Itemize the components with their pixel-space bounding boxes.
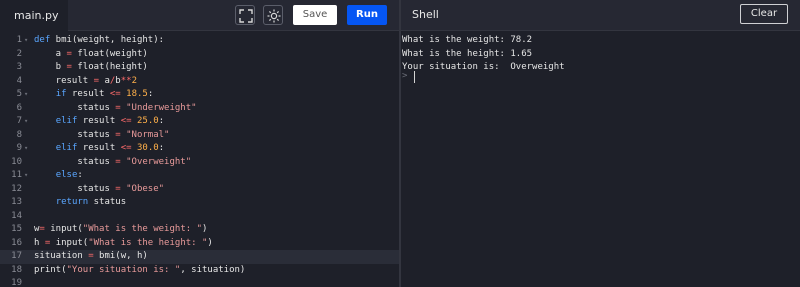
code-line[interactable]: 5 ▾ if result <= 18.5:	[0, 88, 399, 102]
line-number: 12	[11, 183, 22, 194]
code-line[interactable]: 7 ▾ elif result <= 25.0:	[0, 115, 399, 129]
line-number: 4	[16, 75, 22, 86]
code-text: status = "Underweight"	[34, 102, 197, 113]
pane-divider[interactable]	[399, 0, 401, 287]
code-line[interactable]: 1 ▾ def bmi(weight, height):	[0, 34, 399, 48]
line-number: 14	[11, 210, 22, 221]
code-text: b = float(height)	[34, 62, 148, 72]
code-line[interactable]: 12 status = "Obese"	[0, 183, 399, 197]
code-text: status = "Normal"	[34, 129, 170, 140]
line-number: 8	[16, 129, 22, 140]
file-tab-label: main.py	[14, 9, 59, 22]
save-button[interactable]: Save	[293, 5, 337, 25]
code-text: def bmi(weight, height):	[34, 35, 165, 45]
code-text: status = "Overweight"	[34, 156, 192, 167]
code-line[interactable]: 17 situation = bmi(w, h)	[0, 250, 399, 264]
expand-icon	[239, 9, 253, 23]
fold-chevron-icon[interactable]: ▾	[24, 169, 28, 183]
line-number: 13	[11, 197, 22, 207]
line-number: 11	[11, 170, 22, 180]
code-line[interactable]: 6 status = "Underweight"	[0, 102, 399, 116]
line-number: 16	[11, 237, 22, 248]
code-text: else:	[55, 170, 83, 180]
fold-chevron-icon[interactable]: ▾	[24, 115, 28, 129]
theme-toggle-button[interactable]	[263, 5, 283, 25]
code-line[interactable]: 15 w= input("What is the weight: ")	[0, 223, 399, 237]
shell-output-line: What is the weight: 78.2	[402, 35, 533, 45]
fullscreen-button[interactable]	[235, 5, 255, 25]
code-text: print("Your situation is: ", situation)	[34, 264, 246, 275]
code-text: elif result <= 25.0:	[55, 116, 165, 126]
code-text: h = input("What is the height: ")	[34, 237, 213, 248]
code-text: status = "Obese"	[34, 183, 165, 194]
clear-button[interactable]: Clear	[740, 4, 788, 24]
code-line[interactable]: 14	[0, 210, 399, 224]
code-editor[interactable]: 1 ▾ def bmi(weight, height): 2 a = float(we…	[0, 31, 399, 287]
fold-chevron-icon[interactable]: ▾	[24, 88, 28, 102]
line-number: 17	[11, 251, 22, 261]
code-line[interactable]: 13 return status	[0, 196, 399, 210]
code-line[interactable]: 10 status = "Overweight"	[0, 156, 399, 170]
code-line[interactable]: 3 b = float(height)	[0, 61, 399, 75]
line-number: 9	[16, 143, 22, 153]
shell-output-line: Your situation is: Overweight	[402, 62, 565, 72]
line-number: 15	[11, 224, 22, 234]
code-line[interactable]: 8 status = "Normal"	[0, 129, 399, 143]
code-text: elif result <= 30.0:	[55, 143, 165, 153]
code-text: a = float(weight)	[34, 48, 148, 59]
code-text: result = a/b**2	[34, 75, 137, 86]
line-number: 18	[11, 264, 22, 275]
code-line[interactable]: 9 ▾ elif result <= 30.0:	[0, 142, 399, 156]
code-line[interactable]: 2 a = float(weight)	[0, 48, 399, 62]
line-number: 10	[11, 156, 22, 167]
code-text: return status	[55, 197, 127, 207]
code-line[interactable]: 4 result = a/b**2	[0, 75, 399, 89]
run-button[interactable]: Run	[347, 5, 387, 25]
line-number: 2	[16, 48, 22, 59]
fold-chevron-icon[interactable]: ▾	[24, 142, 28, 156]
line-number: 19	[11, 278, 22, 287]
sun-icon	[267, 9, 281, 23]
line-number: 5	[16, 89, 22, 99]
line-number: 7	[16, 116, 22, 126]
code-line[interactable]: 18 print("Your situation is: ", situation…	[0, 264, 399, 278]
shell-output-line: What is the height: 1.65	[402, 48, 533, 59]
shell-title: Shell	[412, 8, 439, 21]
line-number: 6	[16, 102, 22, 113]
file-tab-main[interactable]: main.py	[0, 0, 68, 32]
code-text: w= input("What is the weight: ")	[34, 224, 208, 234]
line-number: 1	[16, 35, 22, 45]
shell-output[interactable]: > What is the weight: 78.2 What is the he…	[402, 31, 800, 287]
code-text: situation = bmi(w, h)	[34, 251, 148, 261]
code-line[interactable]: 19	[0, 277, 399, 287]
line-number: 3	[16, 62, 22, 72]
code-line[interactable]: 11 ▾ else:	[0, 169, 399, 183]
code-line[interactable]: 16 h = input("What is the height: ")	[0, 237, 399, 251]
code-text: if result <= 18.5:	[55, 89, 154, 99]
fold-chevron-icon[interactable]: ▾	[24, 34, 28, 48]
